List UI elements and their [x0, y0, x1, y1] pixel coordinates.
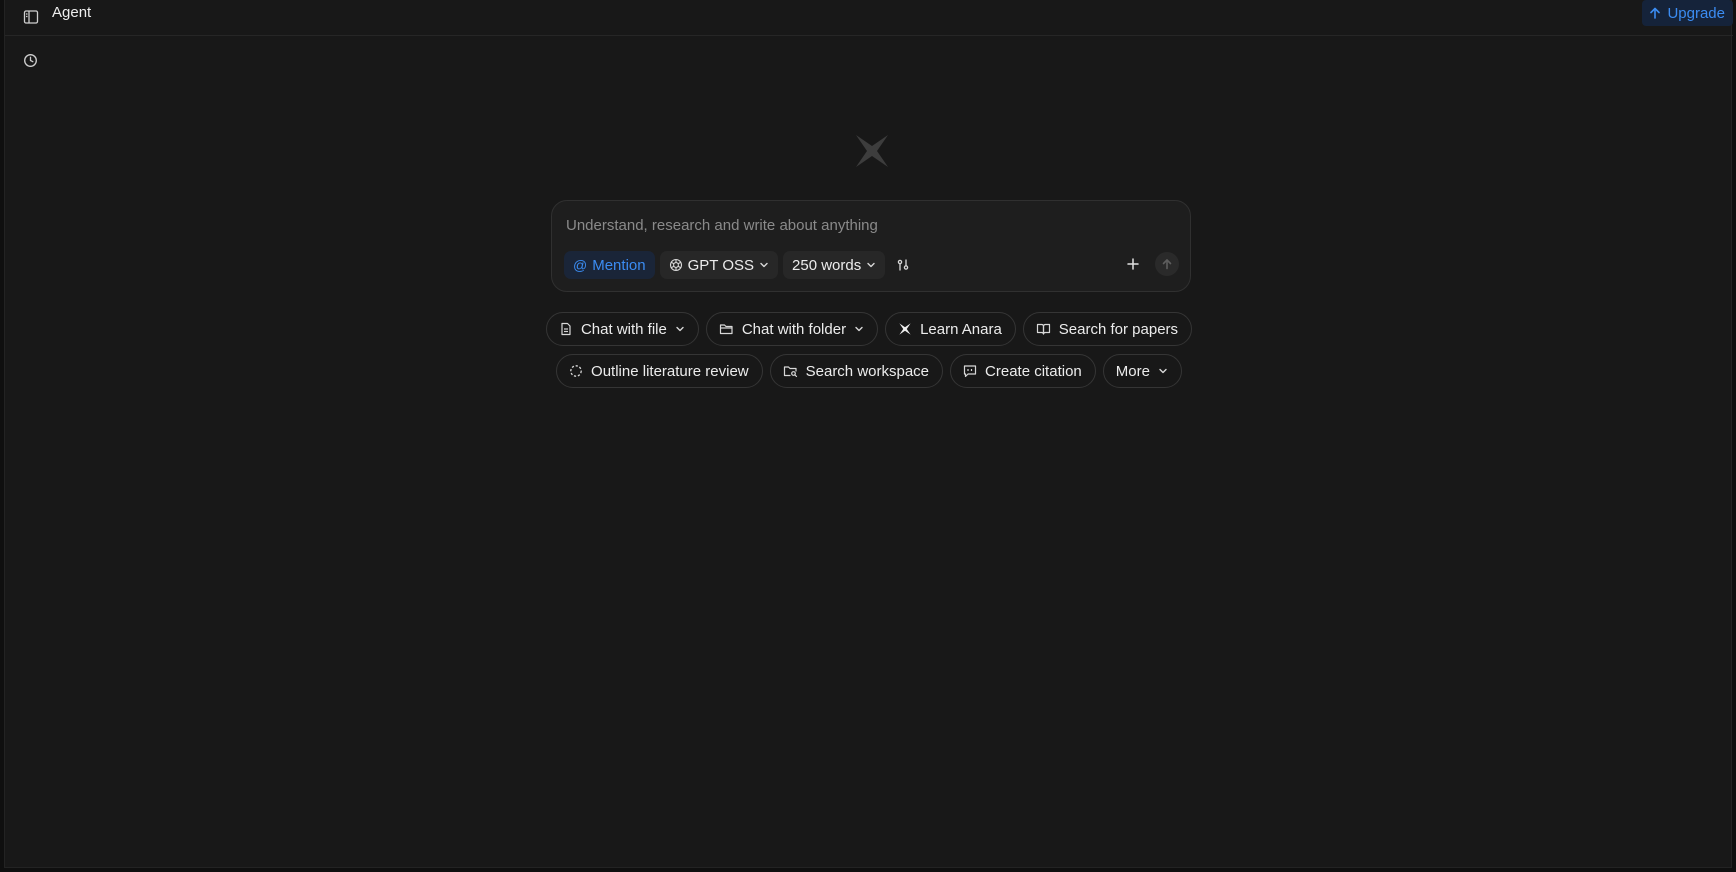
- model-selector[interactable]: GPT OSS: [659, 251, 779, 279]
- quote-icon: [963, 365, 977, 378]
- chevron-down-icon: [1159, 368, 1167, 374]
- mention-button[interactable]: @ Mention: [564, 251, 655, 279]
- composer-toolbar: @ Mention GPT OSS 250 words: [564, 251, 916, 279]
- dashed-circle-icon: [570, 365, 582, 377]
- search-workspace-button[interactable]: Search workspace: [769, 354, 944, 388]
- upgrade-label: Upgrade: [1667, 4, 1725, 22]
- file-icon: [561, 322, 571, 336]
- sliders-icon: [897, 259, 909, 271]
- more-button[interactable]: More: [1102, 354, 1182, 388]
- page-title: Agent: [52, 4, 92, 21]
- search-for-papers-button[interactable]: Search for papers: [1022, 312, 1193, 346]
- folder-search-icon: [783, 366, 797, 378]
- openai-icon: [669, 258, 682, 272]
- add-attachment-button[interactable]: [1121, 252, 1145, 276]
- chevron-down-icon: [867, 262, 875, 268]
- create-citation-label: Create citation: [985, 362, 1082, 380]
- chevron-down-icon: [855, 326, 863, 332]
- arrow-up-icon: [1650, 7, 1661, 19]
- chat-with-folder-button[interactable]: Chat with folder: [705, 312, 879, 346]
- create-citation-button[interactable]: Create citation: [950, 354, 1096, 388]
- more-label: More: [1115, 362, 1150, 380]
- anara-logo-icon: [856, 135, 888, 167]
- send-button[interactable]: [1155, 252, 1179, 276]
- plus-icon: [1127, 258, 1139, 270]
- at-icon: @: [573, 257, 588, 273]
- anara-logo-icon: [899, 323, 911, 335]
- history-button[interactable]: [20, 50, 40, 70]
- book-open-icon: [1036, 323, 1050, 335]
- chevron-down-icon: [676, 326, 684, 332]
- clock-icon: [23, 53, 37, 67]
- outline-literature-review-label: Outline literature review: [591, 362, 749, 380]
- app-window: Agent Upgrade @ Mention: [4, 0, 1733, 868]
- mention-label: Mention: [592, 256, 646, 274]
- settings-button[interactable]: [890, 251, 916, 279]
- chat-with-folder-label: Chat with folder: [741, 320, 847, 338]
- folder-icon: [719, 324, 733, 335]
- length-selector[interactable]: 250 words: [783, 251, 886, 279]
- suggestions-row-1: Chat with file Chat with folder Learn An…: [5, 312, 1733, 346]
- composer-actions: [1121, 252, 1179, 276]
- upgrade-button[interactable]: Upgrade: [1642, 0, 1733, 26]
- length-label: 250 words: [792, 256, 862, 274]
- learn-anara-button[interactable]: Learn Anara: [885, 312, 1016, 346]
- sidebar-toggle-button[interactable]: [20, 6, 42, 28]
- chevron-down-icon: [760, 262, 768, 268]
- top-bar: Agent Upgrade: [5, 0, 1733, 36]
- chat-composer: @ Mention GPT OSS: [551, 200, 1191, 292]
- chat-with-file-label: Chat with file: [580, 320, 667, 338]
- sidebar-icon: [23, 10, 39, 24]
- outline-literature-review-button[interactable]: Outline literature review: [556, 354, 763, 388]
- chat-input[interactable]: [564, 213, 1174, 237]
- chat-with-file-button[interactable]: Chat with file: [545, 312, 699, 346]
- learn-anara-label: Learn Anara: [920, 320, 1002, 338]
- suggestions-row-2: Outline literature review Search workspa…: [5, 354, 1733, 388]
- arrow-up-icon: [1162, 259, 1172, 270]
- model-label: GPT OSS: [687, 256, 755, 274]
- search-for-papers-label: Search for papers: [1058, 320, 1179, 338]
- search-workspace-label: Search workspace: [805, 362, 930, 380]
